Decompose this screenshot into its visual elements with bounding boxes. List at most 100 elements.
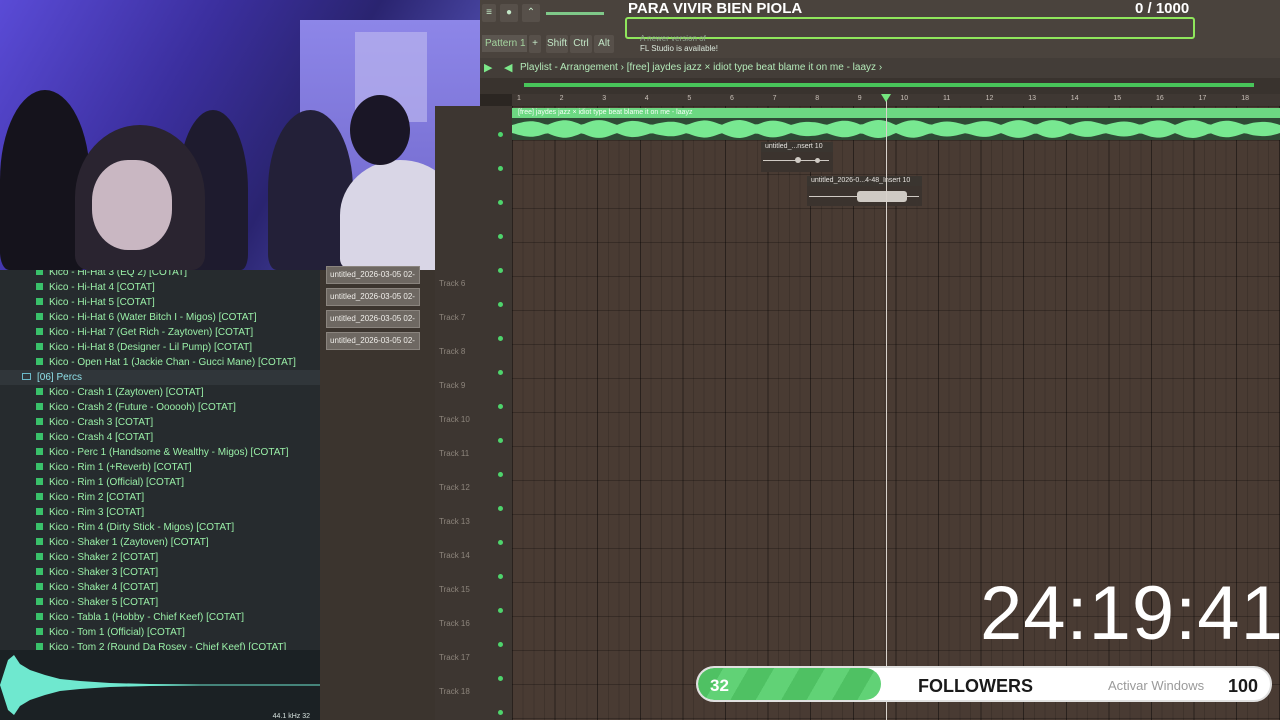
- clip-source-item[interactable]: untitled_2026-03-05 02-: [326, 310, 420, 328]
- browser-item[interactable]: Kico - Tom 1 (Official) [COTAT]: [0, 625, 320, 640]
- browser-item-label: Kico - Shaker 2 [COTAT]: [49, 552, 159, 563]
- browser-item[interactable]: Kico - Rim 1 (+Reverb) [COTAT]: [0, 460, 320, 475]
- browser-item[interactable]: Kico - Perc 1 (Handsome & Wealthy - Migo…: [0, 445, 320, 460]
- clip-source-item[interactable]: untitled_2026-03-05 02-: [326, 288, 420, 306]
- browser-item[interactable]: Kico - Hi-Hat 8 (Designer - Lil Pump) [C…: [0, 340, 320, 355]
- track-label[interactable]: Track 10: [439, 415, 470, 424]
- ctrl-button[interactable]: Ctrl: [570, 35, 592, 53]
- clip-source-column: untitled_2026-03-05 02- untitled_2026-03-…: [320, 266, 435, 720]
- ruler-bar-number: 3: [602, 95, 607, 102]
- track-enable-led[interactable]: [498, 710, 503, 715]
- clip-source-item[interactable]: untitled_2026-03-05 02-: [326, 266, 420, 284]
- shift-button[interactable]: Shift: [546, 35, 568, 53]
- browser-item[interactable]: Kico - Shaker 4 [COTAT]: [0, 580, 320, 595]
- track-label[interactable]: Track 7: [439, 313, 465, 322]
- webcam-streamer-face: [92, 160, 172, 250]
- track-enable-led[interactable]: [498, 642, 503, 647]
- browser-item[interactable]: Kico - Hi-Hat 3 (EQ 2) [COTAT]: [0, 270, 320, 280]
- browser-item[interactable]: Kico - Crash 1 (Zaytoven) [COTAT]: [0, 385, 320, 400]
- playhead-marker[interactable]: [881, 94, 891, 102]
- playhead[interactable]: [886, 94, 887, 720]
- sample-icon: [36, 448, 43, 455]
- alt-button[interactable]: Alt: [594, 35, 614, 53]
- browser-item[interactable]: Kico - Shaker 2 [COTAT]: [0, 550, 320, 565]
- browser-item[interactable]: Kico - Open Hat 1 (Jackie Chan - Gucci M…: [0, 355, 320, 370]
- audio-clip-small[interactable]: untitled_2026-0...4-48_Insert 10: [807, 176, 922, 206]
- track-enable-led[interactable]: [498, 370, 503, 375]
- track-enable-led[interactable]: [498, 608, 503, 613]
- track-enable-led[interactable]: [498, 540, 503, 545]
- browser-item[interactable]: Kico - Rim 4 (Dirty Stick - Migos) [COTA…: [0, 520, 320, 535]
- track-enable-led[interactable]: [498, 438, 503, 443]
- sample-icon: [36, 583, 43, 590]
- sample-icon: [36, 433, 43, 440]
- track-label[interactable]: Track 12: [439, 483, 470, 492]
- track-enable-led[interactable]: [498, 132, 503, 137]
- playlist-header: ▶ ◀ Playlist - Arrangement › [free] jayd…: [480, 58, 1280, 78]
- track-enable-led[interactable]: [498, 302, 503, 307]
- browser-item[interactable]: Kico - Rim 2 [COTAT]: [0, 490, 320, 505]
- playlist-scrollbar[interactable]: [480, 78, 1280, 94]
- track-enable-led[interactable]: [498, 472, 503, 477]
- track-label[interactable]: Track 9: [439, 381, 465, 390]
- browser-item[interactable]: Kico - Hi-Hat 7 (Get Rich - Zaytoven) [C…: [0, 325, 320, 340]
- playlist-arrow-icon[interactable]: ◀: [504, 61, 512, 74]
- browser-item[interactable]: Kico - Hi-Hat 4 [COTAT]: [0, 280, 320, 295]
- ruler-bar-number: 1: [517, 95, 521, 102]
- ruler-bar-number: 18: [1241, 95, 1249, 102]
- add-pattern-button[interactable]: +: [529, 35, 541, 53]
- browser-item[interactable]: Kico - Crash 4 [COTAT]: [0, 430, 320, 445]
- browser-item[interactable]: Kico - Hi-Hat 5 [COTAT]: [0, 295, 320, 310]
- browser-item[interactable]: Kico - Rim 3 [COTAT]: [0, 505, 320, 520]
- track-label[interactable]: Track 6: [439, 279, 465, 288]
- track-label[interactable]: Track 15: [439, 585, 470, 594]
- track-label[interactable]: Track 17: [439, 653, 470, 662]
- clip-source-item[interactable]: untitled_2026-03-05 02-: [326, 332, 420, 350]
- scrollbar-thumb[interactable]: [524, 83, 1254, 87]
- toolbar-slider[interactable]: [546, 12, 604, 15]
- toolbar-button[interactable]: ●: [500, 4, 518, 22]
- ruler-bar-number: 15: [1113, 95, 1122, 102]
- browser-item-label: Kico - Open Hat 1 (Jackie Chan - Gucci M…: [49, 357, 296, 368]
- playlist-menu-icon[interactable]: ▶: [484, 61, 492, 74]
- browser-item[interactable]: Kico - Tom 2 (Round Da Rosey - Chief Kee…: [0, 640, 320, 650]
- sample-waveform-preview: 44.1 kHz 32: [0, 650, 320, 720]
- track-enable-led[interactable]: [498, 404, 503, 409]
- track-label[interactable]: Track 18: [439, 687, 470, 696]
- track-enable-led[interactable]: [498, 336, 503, 341]
- track-label[interactable]: Track 8: [439, 347, 465, 356]
- update-notice[interactable]: A newer version of FL Studio is availabl…: [640, 34, 718, 54]
- browser-item[interactable]: Kico - Hi-Hat 6 (Water Bitch I - Migos) …: [0, 310, 320, 325]
- toolbar-button[interactable]: ⌃: [522, 4, 540, 22]
- browser-item[interactable]: Kico - Crash 2 (Future - Oooooh) [COTAT]: [0, 400, 320, 415]
- audio-clip-main[interactable]: [free] jaydes jazz × idiot type beat bla…: [512, 108, 1280, 140]
- track-enable-led[interactable]: [498, 574, 503, 579]
- track-enable-led[interactable]: [498, 234, 503, 239]
- playlist-separator: ›: [620, 62, 624, 73]
- clip-waveform-peak: [857, 191, 907, 202]
- browser-item[interactable]: Kico - Shaker 1 (Zaytoven) [COTAT]: [0, 535, 320, 550]
- track-enable-led[interactable]: [498, 676, 503, 681]
- audio-clip-small[interactable]: untitled_...nsert 10: [761, 142, 833, 172]
- browser-item[interactable]: Kico - Rim 1 (Official) [COTAT]: [0, 475, 320, 490]
- browser-item[interactable]: Kico - Tabla 1 (Hobby - Chief Keef) [COT…: [0, 610, 320, 625]
- track-enable-led[interactable]: [498, 200, 503, 205]
- toolbar-button[interactable]: ≡: [482, 4, 496, 22]
- track-enable-led[interactable]: [498, 166, 503, 171]
- browser-item[interactable]: Kico - Crash 3 [COTAT]: [0, 415, 320, 430]
- browser-item-label: Kico - Rim 4 (Dirty Stick - Migos) [COTA…: [49, 522, 235, 533]
- track-label[interactable]: Track 13: [439, 517, 470, 526]
- pattern-selector[interactable]: Pattern 1: [482, 35, 527, 52]
- timeline-ruler[interactable]: 1 2 3 4 5 6 7 8 9 10 11 12 13 14 15 16 17 18: [512, 94, 1280, 106]
- browser-item[interactable]: Kico - Shaker 3 [COTAT]: [0, 565, 320, 580]
- browser-folder[interactable]: [06] Percs: [0, 370, 320, 385]
- track-enable-led[interactable]: [498, 506, 503, 511]
- track-label[interactable]: Track 16: [439, 619, 470, 628]
- playlist-title: Playlist - Arrangement › [free] jaydes j…: [520, 62, 882, 73]
- windows-activation-watermark: Activar Windows: [1108, 678, 1205, 693]
- track-enable-led[interactable]: [498, 268, 503, 273]
- browser-item[interactable]: Kico - Shaker 5 [COTAT]: [0, 595, 320, 610]
- track-label[interactable]: Track 14: [439, 551, 470, 560]
- track-label[interactable]: Track 11: [439, 449, 469, 458]
- browser-item-label: Kico - Shaker 4 [COTAT]: [49, 582, 159, 593]
